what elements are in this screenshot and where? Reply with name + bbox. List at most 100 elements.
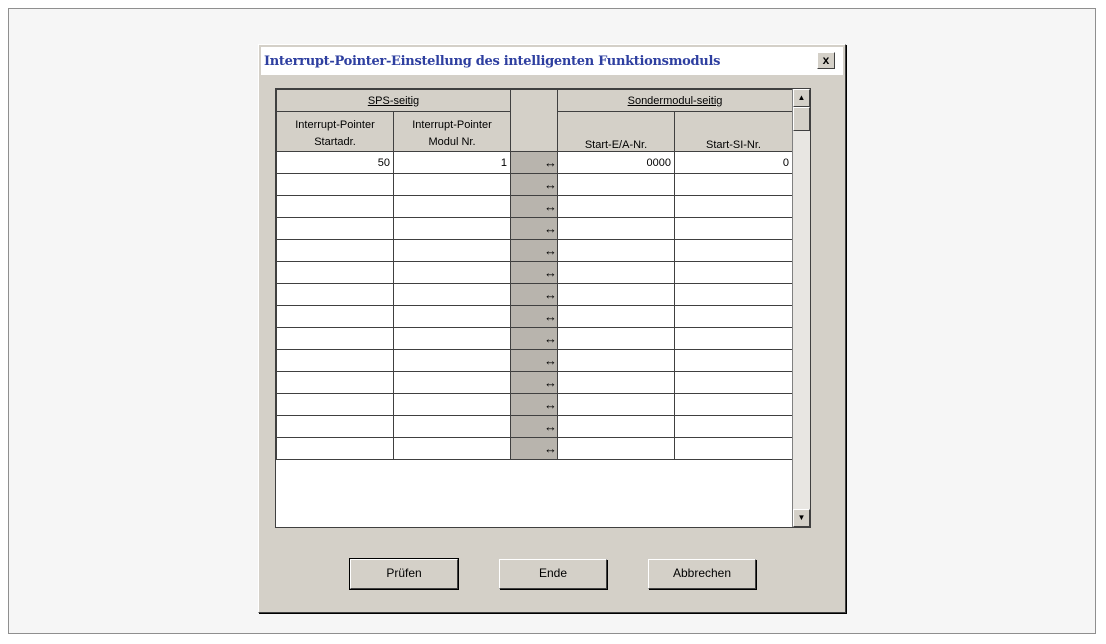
cell-start-si[interactable] xyxy=(674,195,793,218)
header-col-startadr: Interrupt-Pointer Startadr. xyxy=(276,111,394,152)
cell-startadr[interactable] xyxy=(276,239,394,262)
cell-start-si[interactable] xyxy=(674,327,793,350)
cell-start-ea[interactable] xyxy=(557,349,675,372)
cell-startadr[interactable] xyxy=(276,415,394,438)
cell-start-si[interactable] xyxy=(674,305,793,328)
table-row: ↔ xyxy=(276,283,793,306)
cell-start-ea[interactable] xyxy=(557,327,675,350)
cell-modulnr[interactable] xyxy=(393,415,511,438)
cell-startadr[interactable]: 50 xyxy=(276,151,394,174)
cell-start-ea[interactable] xyxy=(557,283,675,306)
dialog-title: Interrupt-Pointer-Einstellung des intell… xyxy=(264,53,721,69)
cell-start-si[interactable] xyxy=(674,371,793,394)
close-button[interactable]: x xyxy=(817,52,835,69)
cell-modulnr[interactable] xyxy=(393,305,511,328)
cell-start-si[interactable] xyxy=(674,173,793,196)
header-group-sondermodul-label: Sondermodul-seitig xyxy=(627,94,723,107)
cell-start-si[interactable] xyxy=(674,349,793,372)
cell-modulnr[interactable]: 1 xyxy=(393,151,511,174)
cell-modulnr[interactable] xyxy=(393,437,511,460)
cell-start-ea[interactable] xyxy=(557,261,675,284)
cell-start-ea[interactable] xyxy=(557,217,675,240)
table-row: ↔ xyxy=(276,349,793,372)
cell-startadr[interactable] xyxy=(276,393,394,416)
bidirectional-arrow-icon: ↔ xyxy=(510,173,558,196)
pointer-table: SPS-seitig Sondermodul-seitig Interrupt-… xyxy=(276,89,793,460)
table-row: ↔ xyxy=(276,371,793,394)
cell-modulnr[interactable] xyxy=(393,283,511,306)
cell-startadr[interactable] xyxy=(276,437,394,460)
cell-start-si[interactable] xyxy=(674,283,793,306)
table-row: ↔ xyxy=(276,437,793,460)
cell-start-ea[interactable] xyxy=(557,437,675,460)
header-col-modulnr-line1: Interrupt-Pointer xyxy=(412,119,492,131)
cell-start-ea[interactable]: 0000 xyxy=(557,151,675,174)
header-group-sps-label: SPS-seitig xyxy=(367,94,420,107)
cell-start-ea[interactable] xyxy=(557,173,675,196)
cell-startadr[interactable] xyxy=(276,195,394,218)
header-col-start-si: Start-SI-Nr. xyxy=(674,111,793,152)
cell-start-ea[interactable] xyxy=(557,239,675,262)
bidirectional-arrow-icon: ↔ xyxy=(510,371,558,394)
cell-startadr[interactable] xyxy=(276,305,394,328)
scroll-thumb[interactable] xyxy=(793,107,810,131)
title-bar: Interrupt-Pointer-Einstellung des intell… xyxy=(261,47,843,75)
table-row: ↔ xyxy=(276,261,793,284)
cell-start-ea[interactable] xyxy=(557,415,675,438)
cell-modulnr[interactable] xyxy=(393,217,511,240)
cell-start-si[interactable] xyxy=(674,239,793,262)
header-arrow-column xyxy=(510,89,558,152)
table-row: ↔ xyxy=(276,173,793,196)
cell-modulnr[interactable] xyxy=(393,239,511,262)
cancel-button[interactable]: Abbrechen xyxy=(648,559,756,589)
header-col-start-ea: Start-E/A-Nr. xyxy=(557,111,675,152)
header-group-sondermodul: Sondermodul-seitig xyxy=(557,89,793,112)
check-button[interactable]: Prüfen xyxy=(349,558,459,590)
cell-modulnr[interactable] xyxy=(393,261,511,284)
header-col-start-ea-label: Start-E/A-Nr. xyxy=(584,139,648,151)
cell-start-si[interactable] xyxy=(674,437,793,460)
cell-modulnr[interactable] xyxy=(393,327,511,350)
cell-startadr[interactable] xyxy=(276,217,394,240)
cell-start-si[interactable] xyxy=(674,217,793,240)
bidirectional-arrow-icon: ↔ xyxy=(510,349,558,372)
bidirectional-arrow-icon: ↔ xyxy=(510,305,558,328)
bidirectional-arrow-icon: ↔ xyxy=(510,151,558,174)
vertical-scrollbar[interactable]: ▲ ▼ xyxy=(792,89,810,527)
bidirectional-arrow-icon: ↔ xyxy=(510,195,558,218)
cell-modulnr[interactable] xyxy=(393,393,511,416)
cell-start-si[interactable] xyxy=(674,261,793,284)
cell-start-si[interactable] xyxy=(674,415,793,438)
scroll-down-icon[interactable]: ▼ xyxy=(793,509,810,527)
cell-startadr[interactable] xyxy=(276,349,394,372)
cell-startadr[interactable] xyxy=(276,371,394,394)
table-row: ↔ xyxy=(276,195,793,218)
bidirectional-arrow-icon: ↔ xyxy=(510,239,558,262)
cell-modulnr[interactable] xyxy=(393,195,511,218)
table-row: ↔ xyxy=(276,305,793,328)
cell-startadr[interactable] xyxy=(276,327,394,350)
cell-start-si[interactable] xyxy=(674,393,793,416)
header-col-modulnr: Interrupt-Pointer Modul Nr. xyxy=(393,111,511,152)
cell-modulnr[interactable] xyxy=(393,349,511,372)
cell-startadr[interactable] xyxy=(276,261,394,284)
grid-body: 50 1 ↔ 0000 0 ↔ ↔ ↔ ↔ ↔ ↔ ↔ ↔ ↔ ↔ ↔ ↔ ↔ xyxy=(276,151,793,460)
cell-start-ea[interactable] xyxy=(557,195,675,218)
bidirectional-arrow-icon: ↔ xyxy=(510,437,558,460)
cell-modulnr[interactable] xyxy=(393,173,511,196)
cell-start-si[interactable]: 0 xyxy=(674,151,793,174)
cell-startadr[interactable] xyxy=(276,173,394,196)
cell-startadr[interactable] xyxy=(276,283,394,306)
cell-start-ea[interactable] xyxy=(557,371,675,394)
table-row: ↔ xyxy=(276,327,793,350)
cell-modulnr[interactable] xyxy=(393,371,511,394)
pointer-grid: SPS-seitig Sondermodul-seitig Interrupt-… xyxy=(275,88,811,528)
table-row: ↔ xyxy=(276,393,793,416)
scroll-up-icon[interactable]: ▲ xyxy=(793,89,810,107)
bidirectional-arrow-icon: ↔ xyxy=(510,393,558,416)
bidirectional-arrow-icon: ↔ xyxy=(510,261,558,284)
end-button[interactable]: Ende xyxy=(499,559,607,589)
cell-start-ea[interactable] xyxy=(557,393,675,416)
bidirectional-arrow-icon: ↔ xyxy=(510,217,558,240)
cell-start-ea[interactable] xyxy=(557,305,675,328)
